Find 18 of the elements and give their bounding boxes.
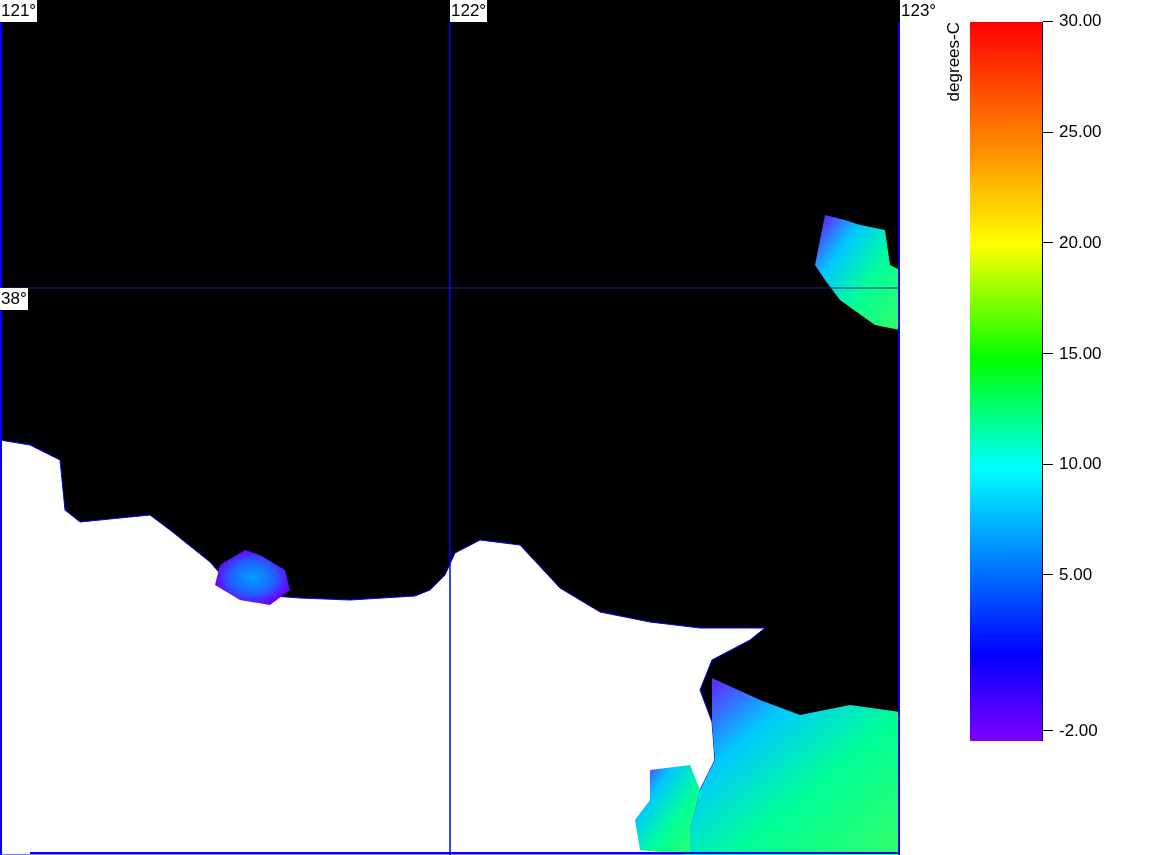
unit-label: degrees-C [944, 22, 964, 102]
tick-mark [1043, 730, 1053, 732]
tick-label: 5.00 [1059, 564, 1093, 585]
tick-label: -2.00 [1059, 720, 1098, 741]
tick-mark [1043, 20, 1053, 22]
tick-mark [1043, 242, 1053, 244]
tick-mark [1043, 463, 1053, 465]
tick-label: 25.00 [1059, 122, 1102, 143]
tick-mark [1043, 353, 1053, 354]
tick-label: 10.00 [1059, 454, 1102, 475]
tick-mark [1043, 574, 1053, 576]
tick-label: 20.00 [1059, 232, 1102, 253]
tick-label: 30.00 [1059, 11, 1102, 32]
longitude-label: 122° [450, 0, 488, 22]
tick-label: 15.00 [1059, 343, 1102, 364]
latitude-label: 38° [0, 288, 28, 310]
longitude-label: 121° [0, 0, 38, 22]
tick-mark [1043, 131, 1053, 133]
